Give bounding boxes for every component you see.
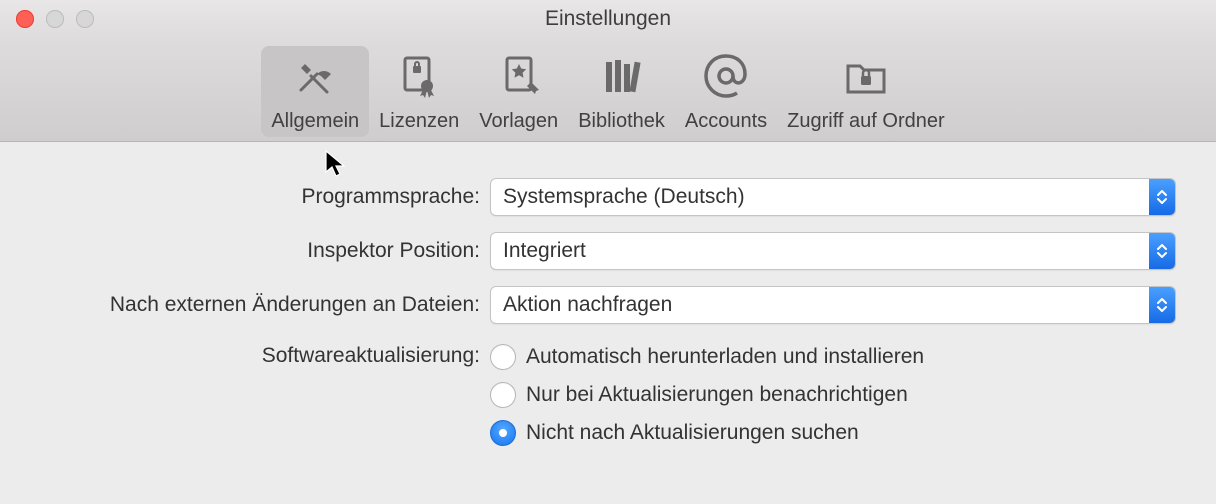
tools-icon [291,52,339,106]
popup-arrows-icon [1149,233,1175,269]
update-radio-group: Automatisch herunterladen und installier… [490,340,1176,458]
row-inspector: Inspektor Position: Integriert [40,232,1176,270]
language-value: Systemsprache (Deutsch) [491,185,1149,209]
inspector-value: Integriert [491,239,1149,263]
language-popup[interactable]: Systemsprache (Deutsch) [490,178,1176,216]
zoom-button[interactable] [76,10,94,28]
radio-icon [490,382,516,408]
tab-label: Allgemein [271,110,359,133]
tab-label: Vorlagen [479,110,558,133]
tab-accounts[interactable]: Accounts [675,46,777,137]
tab-label: Bibliothek [578,110,665,133]
window-title: Einstellungen [545,7,671,31]
row-update: Softwareaktualisierung: Automatisch heru… [40,340,1176,458]
at-icon [702,52,750,106]
inspector-popup[interactable]: Integriert [490,232,1176,270]
popup-arrows-icon [1149,287,1175,323]
window-controls [16,10,94,28]
tab-templates[interactable]: Vorlagen [469,46,568,137]
library-icon [598,52,646,106]
radio-label: Automatisch herunterladen und installier… [526,345,924,369]
radio-icon [490,344,516,370]
update-label: Softwareaktualisierung: [40,340,490,368]
preferences-toolbar: Allgemein Lizenzen [0,38,1216,142]
license-icon [395,52,443,106]
radio-icon [490,420,516,446]
tab-label: Zugriff auf Ordner [787,110,944,133]
language-label: Programmsprache: [40,185,490,209]
tab-folder-access[interactable]: Zugriff auf Ordner [777,46,954,137]
close-button[interactable] [16,10,34,28]
row-external-changes: Nach externen Änderungen an Dateien: Akt… [40,286,1176,324]
template-icon [495,52,543,106]
tab-licenses[interactable]: Lizenzen [369,46,469,137]
update-option-auto[interactable]: Automatisch herunterladen und installier… [490,344,1176,370]
external-changes-label: Nach externen Änderungen an Dateien: [40,293,490,317]
inspector-label: Inspektor Position: [40,239,490,263]
radio-label: Nicht nach Aktualisierungen suchen [526,421,859,445]
general-pane: Programmsprache: Systemsprache (Deutsch)… [0,142,1216,458]
tab-general[interactable]: Allgemein [261,46,369,137]
update-option-none[interactable]: Nicht nach Aktualisierungen suchen [490,420,1176,446]
titlebar: Einstellungen [0,0,1216,38]
external-changes-value: Aktion nachfragen [491,293,1149,317]
popup-arrows-icon [1149,179,1175,215]
external-changes-popup[interactable]: Aktion nachfragen [490,286,1176,324]
update-option-notify[interactable]: Nur bei Aktualisierungen benachrichtigen [490,382,1176,408]
row-language: Programmsprache: Systemsprache (Deutsch) [40,178,1176,216]
tab-label: Accounts [685,110,767,133]
tab-library[interactable]: Bibliothek [568,46,675,137]
minimize-button[interactable] [46,10,64,28]
tab-label: Lizenzen [379,110,459,133]
radio-label: Nur bei Aktualisierungen benachrichtigen [526,383,908,407]
folder-lock-icon [842,52,890,106]
